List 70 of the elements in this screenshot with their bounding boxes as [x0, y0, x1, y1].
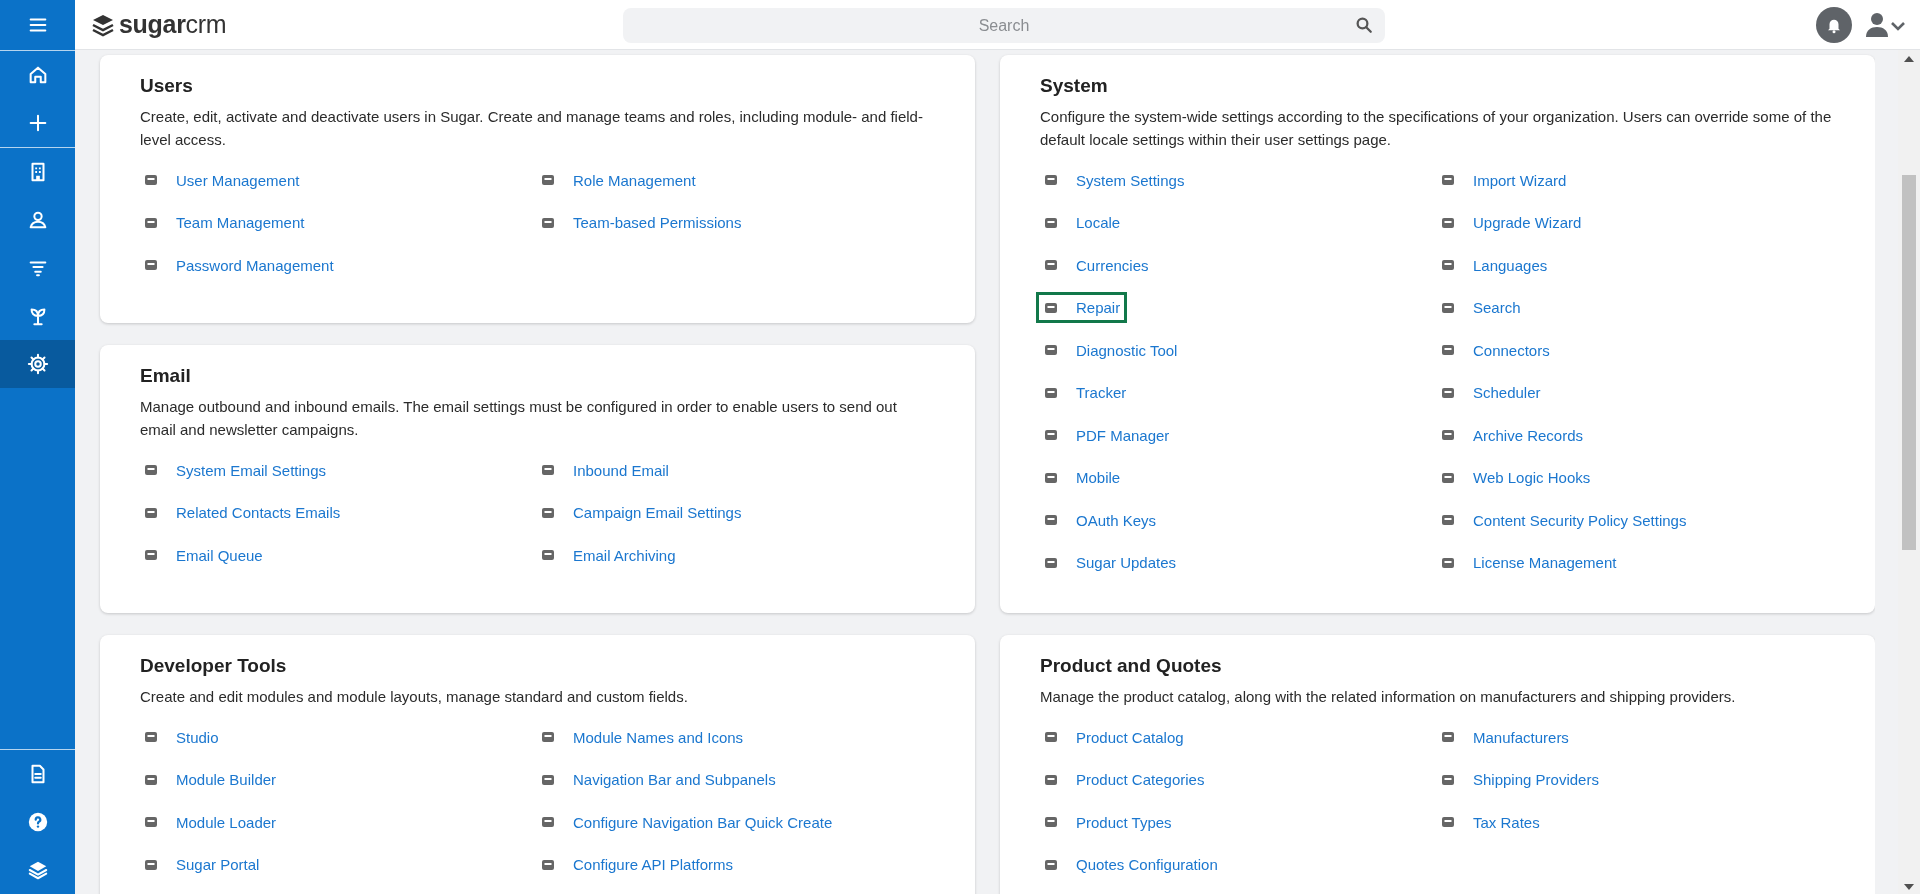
sidebar-button[interactable]	[0, 340, 75, 388]
user-menu-button[interactable]	[1866, 11, 1906, 38]
admin-link[interactable]: Module Builder	[136, 764, 284, 796]
admin-link[interactable]: Role Management	[533, 164, 703, 196]
card-title: System	[1040, 75, 1109, 97]
admin-link[interactable]: Product Catalog	[1036, 721, 1191, 753]
admin-link[interactable]: Sugar Portal	[136, 849, 267, 881]
admin-link[interactable]: System Settings	[1036, 164, 1192, 196]
admin-link[interactable]: Languages	[1433, 249, 1555, 281]
admin-link[interactable]: Related Contacts Emails	[136, 497, 348, 529]
search-icon	[1355, 16, 1373, 34]
admin-link[interactable]: Shipping Providers	[1433, 764, 1606, 796]
admin-link[interactable]: Connectors	[1433, 334, 1557, 366]
user-icon	[1866, 11, 1906, 38]
admin-link[interactable]: Tax Rates	[1433, 806, 1547, 838]
card-title: Email	[140, 365, 192, 387]
card-title: Users	[140, 75, 194, 97]
admin-link[interactable]: Configure API Platforms	[533, 849, 741, 881]
admin-link[interactable]: OAuth Keys	[1036, 504, 1164, 536]
scrollbar-thumb[interactable]	[1902, 175, 1916, 550]
admin-link[interactable]: Tracker	[1036, 377, 1134, 409]
admin-link[interactable]: System Email Settings	[136, 454, 334, 486]
scroll-up-icon[interactable]	[1904, 56, 1914, 62]
admin-link[interactable]: Import Wizard	[1433, 164, 1574, 196]
admin-link[interactable]: Web Logic Hooks	[1433, 462, 1598, 494]
card-description: Manage the product catalog, along with the related information on manufacturers and shipping providers.	[1040, 687, 1737, 707]
admin-link[interactable]: Email Queue	[136, 539, 270, 571]
admin-link[interactable]: License Management	[1433, 547, 1624, 579]
admin-link[interactable]: Team Management	[136, 207, 312, 239]
admin-link[interactable]: Manufacturers	[1433, 721, 1576, 753]
admin-link[interactable]: Locale	[1036, 207, 1128, 239]
admin-link[interactable]: Password Management	[136, 249, 341, 281]
admin-link[interactable]: PDF Manager	[1036, 419, 1177, 451]
admin-link[interactable]: Content Security Policy Settings	[1433, 504, 1694, 536]
admin-link[interactable]: Sugar Updates	[1036, 547, 1184, 579]
card-title: Product and Quotes	[1040, 655, 1223, 677]
admin-link[interactable]: Inbound Email	[533, 454, 676, 486]
scroll-down-icon[interactable]	[1904, 884, 1914, 890]
help-icon	[26, 811, 49, 833]
admin-link[interactable]: Diagnostic Tool	[1036, 334, 1185, 366]
admin-link[interactable]: Repair	[1036, 292, 1128, 324]
admin-link[interactable]: Navigation Bar and Subpanels	[533, 764, 783, 796]
admin-link[interactable]: Configure Navigation Bar Quick Create	[533, 806, 840, 838]
admin-link[interactable]: Upgrade Wizard	[1433, 207, 1589, 239]
admin-link[interactable]: Studio	[136, 721, 226, 753]
card-description: Create and edit modules and module layouts, manage standard and custom fields.	[140, 687, 689, 707]
admin-link[interactable]: User Management	[136, 164, 307, 196]
admin-link[interactable]: Product Categories	[1036, 764, 1212, 796]
card-description: Manage outbound and inbound emails. The email settings must be configured in order to enable users to send out email and newsletter campaigns.	[140, 397, 898, 440]
admin-link[interactable]: Module Names and Icons	[533, 721, 751, 753]
admin-link[interactable]: Scheduler	[1433, 377, 1548, 409]
admin-link[interactable]: Campaign Email Settings	[533, 497, 749, 529]
settings-icon	[26, 353, 49, 375]
card-description: Create, edit, activate and deactivate users in Sugar. Create and manage teams and roles, including module- and field-level access.	[140, 107, 924, 150]
admin-link[interactable]: Search	[1433, 292, 1528, 324]
admin-link[interactable]: Currencies	[1036, 249, 1156, 281]
card-title: Developer Tools	[140, 655, 288, 677]
layers-icon	[26, 859, 49, 881]
admin-link[interactable]: Mobile	[1036, 462, 1128, 494]
notification-button[interactable]	[1816, 6, 1852, 43]
admin-link[interactable]: Email Archiving	[533, 539, 683, 571]
admin-link[interactable]: Module Loader	[136, 806, 284, 838]
admin-link[interactable]: Archive Records	[1433, 419, 1591, 451]
logo-icon	[91, 12, 115, 37]
search-field[interactable]: Search	[623, 8, 1385, 43]
card-description: Configure the system-wide settings according to the specifications of your organization. Users can override some of the default locale settings within their user settings page.	[1040, 107, 1833, 150]
admin-link[interactable]: Product Types	[1036, 806, 1179, 838]
admin-link[interactable]: Quotes Configuration	[1036, 849, 1225, 881]
admin-link[interactable]: Team-based Permissions	[533, 207, 749, 239]
logo-text: sugarcrm	[119, 10, 227, 39]
